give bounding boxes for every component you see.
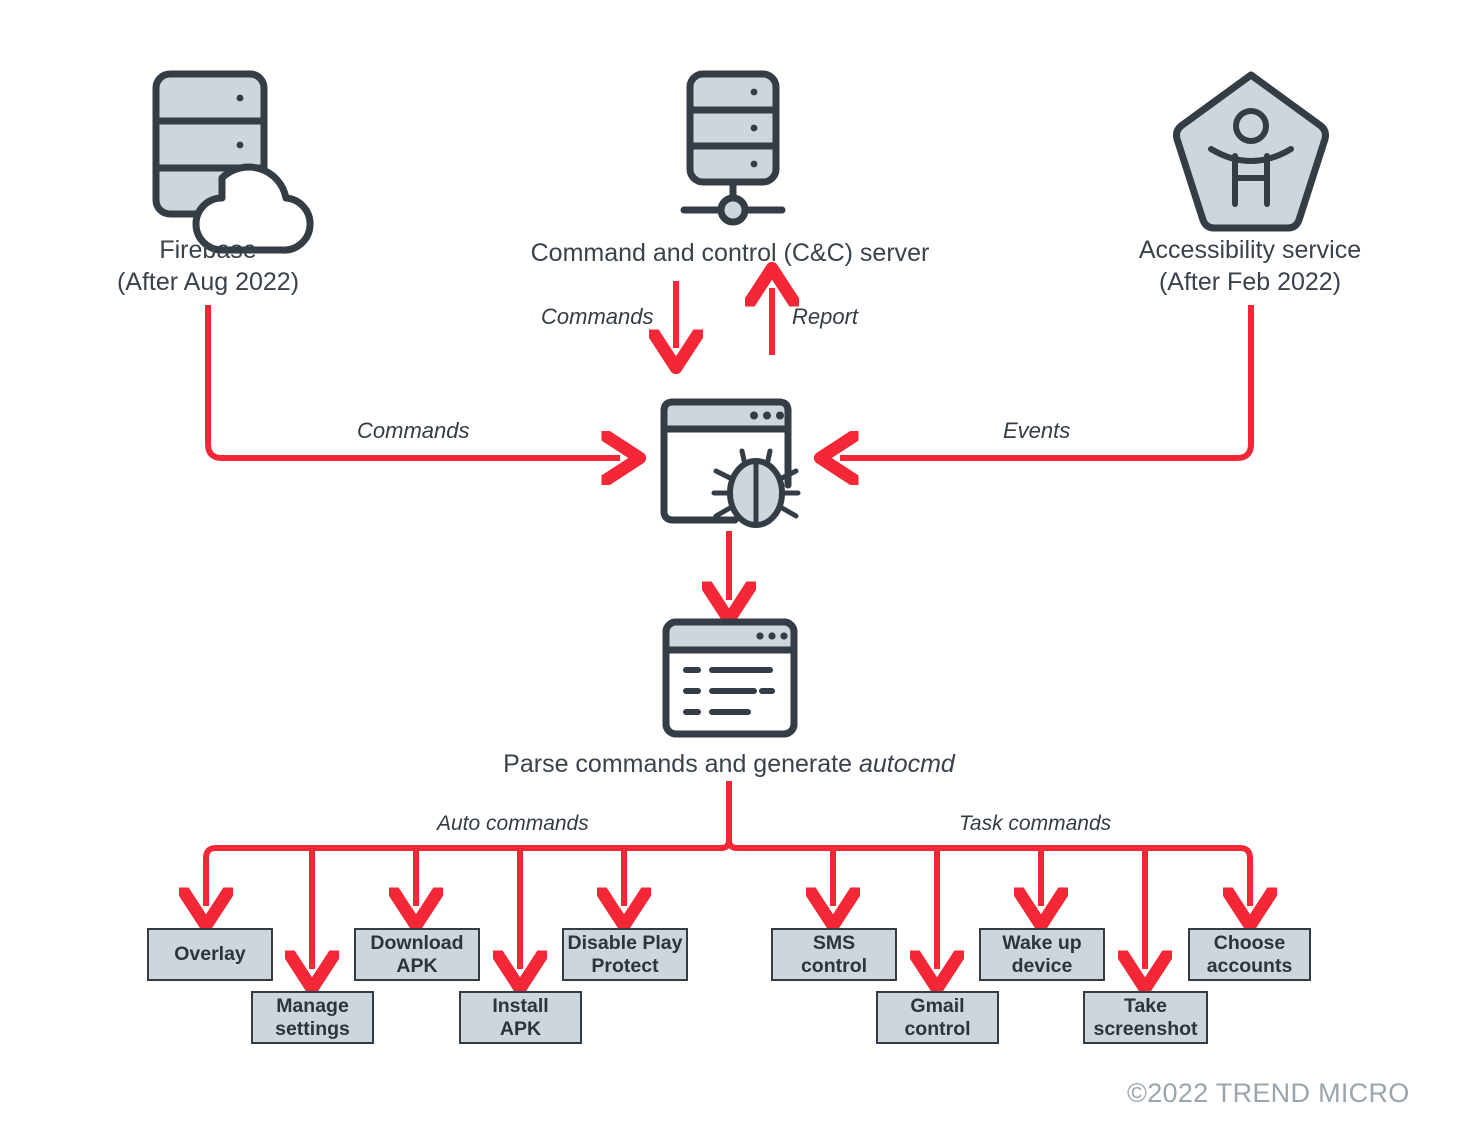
edge-label-cnc-commands: Commands [541, 304, 654, 329]
command-box-disable-play-protect-line1: Disable Play [567, 931, 683, 954]
diagram-canvas: Firebase (After Aug 2022) Command and co… [0, 0, 1459, 1147]
command-box-download-apk[interactable]: Download APK [354, 928, 480, 981]
command-box-choose-accounts-line2: accounts [1206, 954, 1293, 977]
edge-label-accessibility-events: Events [1003, 418, 1071, 443]
command-box-wake-up-device-line1: Wake up [1002, 931, 1082, 954]
firebase-label: Firebase (After Aug 2022) [58, 234, 358, 298]
command-box-overlay-line1: Overlay [174, 943, 246, 966]
command-box-manage-settings-line2: settings [275, 1017, 350, 1040]
accessibility-pentagon-icon [1173, 71, 1329, 232]
command-box-choose-accounts[interactable]: Choose accounts [1188, 928, 1311, 981]
command-box-take-screenshot-line2: screenshot [1093, 1017, 1198, 1040]
firebase-label-line1: Firebase [159, 236, 257, 264]
command-box-download-apk-line1: Download [370, 931, 464, 954]
edge-label-cnc-report: Report [792, 304, 859, 329]
accessibility-label: Accessibility service (After Feb 2022) [1100, 234, 1400, 298]
command-box-download-apk-line2: APK [396, 954, 438, 977]
command-box-choose-accounts-line1: Choose [1213, 931, 1286, 954]
command-box-sms-control-line2: control [800, 954, 868, 977]
command-box-manage-settings-line1: Manage [276, 994, 349, 1017]
command-box-disable-play-protect-line2: Protect [591, 954, 659, 977]
browser-window-code-icon [662, 618, 798, 738]
cnc-label-line1: Command and control (C&C) server [530, 239, 930, 267]
firebase-label-line2: (After Aug 2022) [116, 268, 300, 296]
server-rack-icon [680, 70, 786, 226]
command-box-sms-control[interactable]: SMS control [771, 928, 897, 981]
command-box-sms-control-line1: SMS [812, 931, 856, 954]
firebase-cloud-server-icon [152, 70, 314, 254]
command-box-disable-play-protect[interactable]: Disable Play Protect [562, 928, 688, 981]
command-box-gmail-control[interactable]: Gmail control [876, 991, 999, 1044]
edge-label-firebase-commands: Commands [357, 418, 470, 443]
accessibility-label-line2: (After Feb 2022) [1158, 268, 1342, 296]
command-box-install-apk-line2: APK [499, 1017, 542, 1040]
cnc-label: Command and control (C&C) server [420, 237, 1040, 269]
command-box-take-screenshot[interactable]: Take screenshot [1083, 991, 1208, 1044]
browser-window-bug-icon [660, 398, 801, 528]
command-box-wake-up-device-line2: device [1011, 954, 1073, 977]
edge-label-auto-commands: Auto commands [437, 812, 589, 835]
command-box-wake-up-device[interactable]: Wake up device [979, 928, 1105, 981]
command-box-overlay[interactable]: Overlay [147, 928, 273, 981]
edge-label-task-commands: Task commands [959, 812, 1112, 835]
command-box-install-apk-line1: Install [492, 994, 549, 1017]
copyright-credit: ©2022 TREND MICRO [1127, 1078, 1410, 1108]
accessibility-label-line1: Accessibility service [1138, 236, 1362, 264]
command-box-gmail-control-line1: Gmail [910, 994, 965, 1017]
parser-label-italic: autocmd [858, 750, 955, 778]
parser-label: Parse commands and generate autocmd [399, 748, 1059, 780]
command-box-manage-settings[interactable]: Manage settings [251, 991, 374, 1044]
command-box-gmail-control-line2: control [904, 1017, 971, 1040]
command-box-install-apk[interactable]: Install APK [459, 991, 582, 1044]
parser-label-prefix: Parse commands and generate [503, 750, 859, 778]
command-box-take-screenshot-line1: Take [1123, 994, 1167, 1017]
